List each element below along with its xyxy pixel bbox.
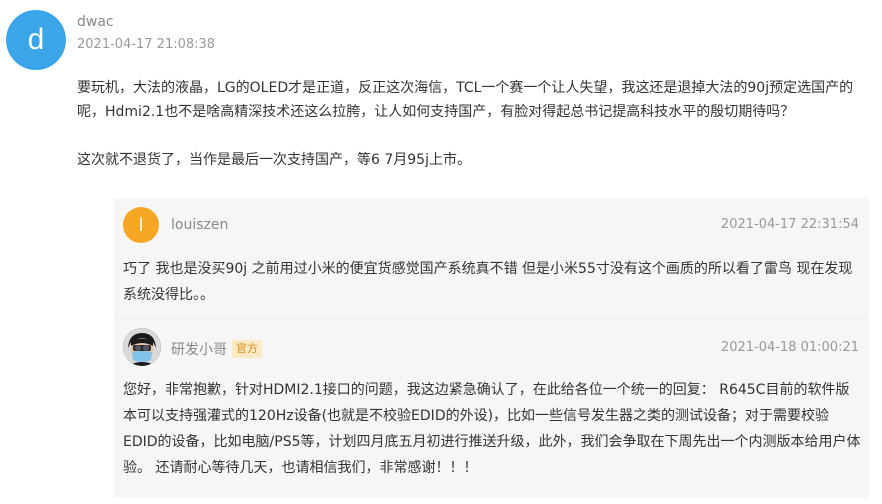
reply-avatar[interactable]: l xyxy=(123,207,159,243)
official-badge: 官方 xyxy=(232,340,262,358)
comment-body: 要玩机，大法的液晶，LG的OLED才是正道，反正这次海信，TCL一个赛一个让人失… xyxy=(77,76,877,172)
reply-avatar-letter: l xyxy=(139,214,143,235)
comment-timestamp: 2021-04-17 21:08:38 xyxy=(77,37,216,52)
reply-timestamp: 2021-04-17 22:31:54 xyxy=(720,217,859,232)
reply-timestamp: 2021-04-18 01:00:21 xyxy=(720,340,859,355)
masked-person-avatar-icon[interactable] xyxy=(123,328,161,366)
avatar[interactable]: d xyxy=(6,10,66,70)
reply-body: 巧了 我也是没买90j 之前用过小米的便宜货感觉国产系统真不错 但是小米55寸没… xyxy=(123,261,853,303)
comment-paragraph: 要玩机，大法的液晶，LG的OLED才是正道，反正这次海信，TCL一个赛一个让人失… xyxy=(77,80,854,120)
reply-body: 您好，非常抱歉，针对HDMI2.1接口的问题，我这边紧急确认了，在此给各位一个统… xyxy=(123,382,861,476)
replies-section: l louiszen 2021-04-17 22:31:54 巧了 我也是没买9… xyxy=(114,198,869,498)
reply-username[interactable]: 研发小哥 xyxy=(171,339,227,359)
reply-username[interactable]: louiszen xyxy=(171,217,228,233)
comment-username[interactable]: dwac xyxy=(77,14,114,30)
reply-username-row: 研发小哥 官方 xyxy=(171,339,262,359)
avatar-letter: d xyxy=(27,23,45,56)
comment-paragraph: 这次就不退货了，当作是最后一次支持国产，等6 7月95j上市。 xyxy=(77,152,471,168)
nested-reply: 研发小哥 官方 2021-04-18 01:00:21 您好，非常抱歉，针对HD… xyxy=(114,318,869,499)
